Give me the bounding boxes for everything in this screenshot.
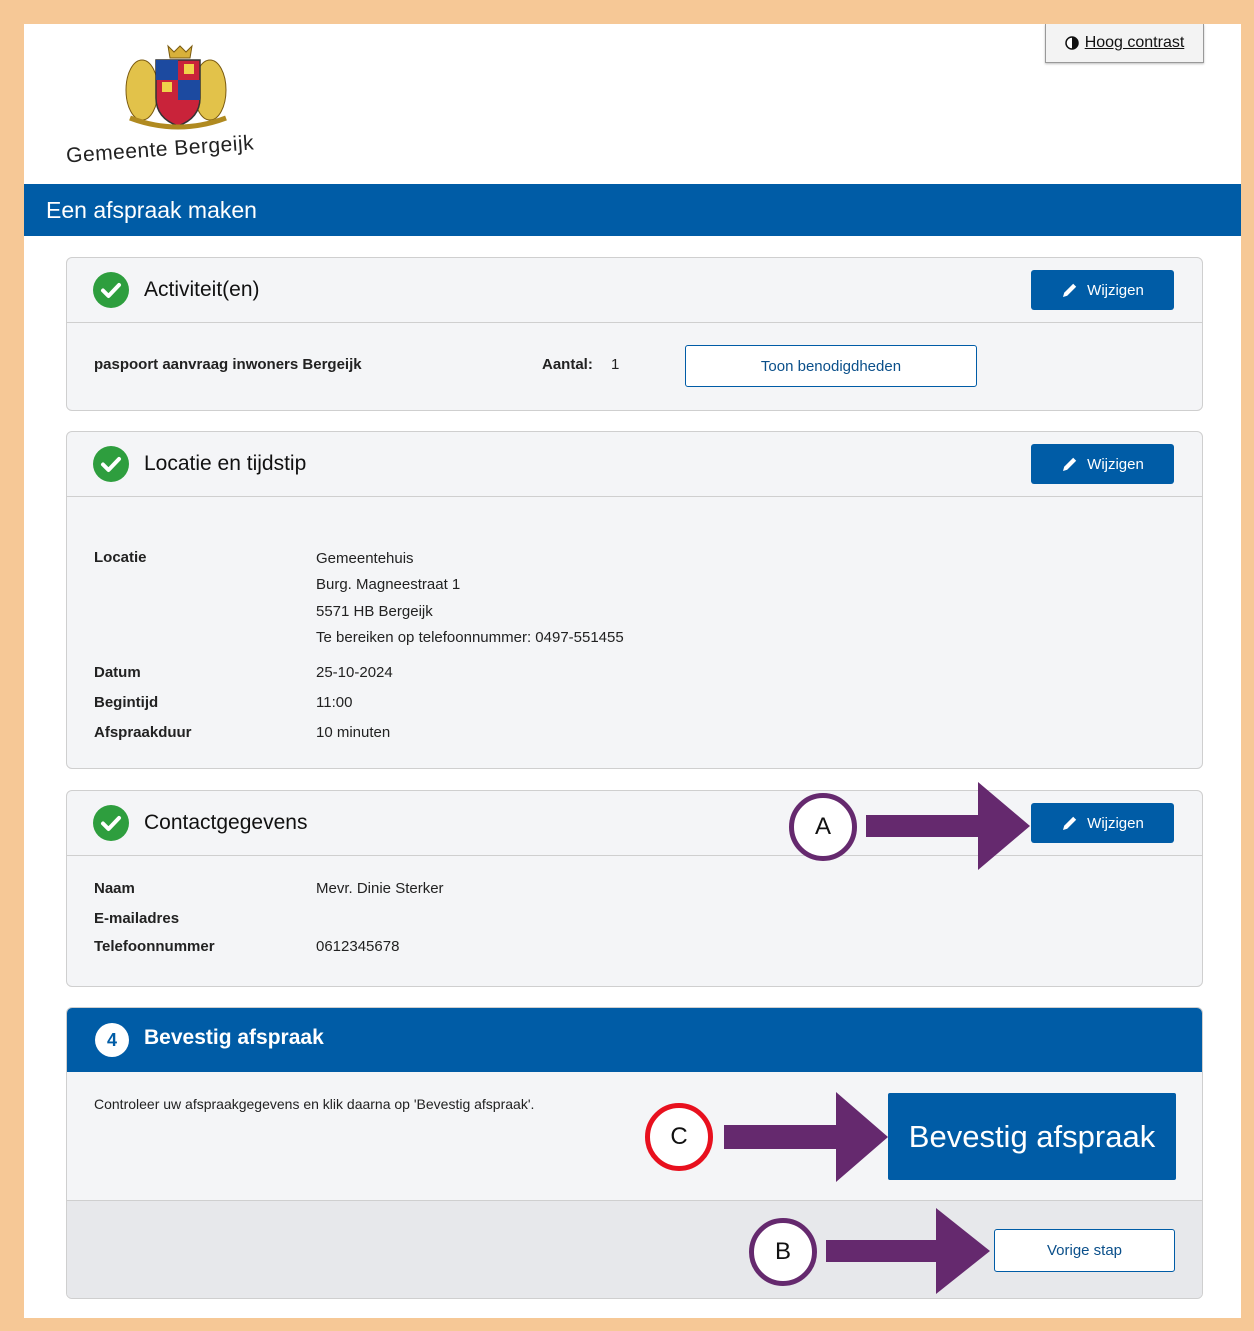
page-frame: Gemeente Bergeijk Hoog contrast Een afsp… <box>24 24 1241 1318</box>
arrow-b-icon <box>826 1208 990 1294</box>
annotation-arrows <box>724 782 1030 1294</box>
annotation-label-a: A <box>789 793 857 861</box>
arrow-c-icon <box>724 1092 888 1182</box>
annotation-label-c: C <box>645 1103 713 1171</box>
annotation-label-b: B <box>749 1218 817 1286</box>
arrow-a-icon <box>866 782 1030 870</box>
